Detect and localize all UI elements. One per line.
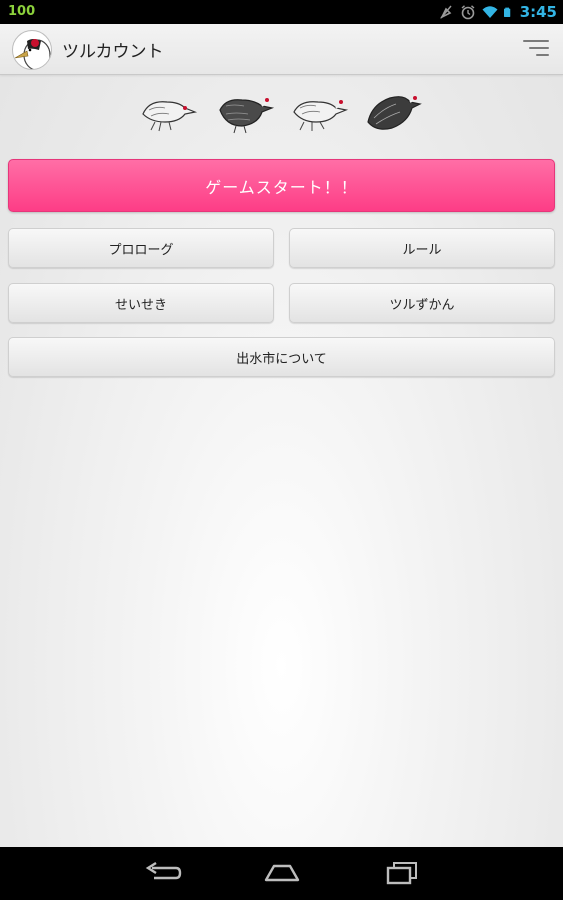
rules-button[interactable]: ルール <box>289 228 555 268</box>
action-bar: ツルカウント <box>0 24 563 75</box>
wifi-icon <box>482 6 498 18</box>
navigation-bar <box>0 847 563 900</box>
crane-illustrations <box>0 92 563 142</box>
game-start-button[interactable]: ゲームスタート！！ <box>8 159 555 212</box>
records-button[interactable]: せいせき <box>8 283 274 323</box>
alarm-icon <box>461 5 475 20</box>
crane-dark-icon <box>219 98 275 134</box>
crane-white-icon <box>142 101 198 132</box>
notification-muted-icon <box>439 5 452 19</box>
home-icon[interactable] <box>262 860 302 886</box>
app-title: ツルカウント <box>62 42 164 62</box>
overflow-menu-icon[interactable] <box>519 38 549 60</box>
clock: 3:45 <box>519 3 557 21</box>
crane-dark-icon <box>367 96 422 130</box>
crane-encyclopedia-button[interactable]: ツルずかん <box>289 283 555 323</box>
about-city-button[interactable]: 出水市について <box>8 337 555 377</box>
prologue-button[interactable]: プロローグ <box>8 228 274 268</box>
crane-white-icon <box>293 100 349 131</box>
recent-apps-icon[interactable] <box>382 860 422 886</box>
crane-head-icon <box>14 39 51 69</box>
app-content: ツルカウント ゲームスタート！！ プロローグ ルール せいせき ツルずかん 出水… <box>0 24 563 847</box>
status-bar: 100 3:45 <box>0 0 563 24</box>
status-icons: 3:45 <box>438 2 557 22</box>
battery-percentage: 100 <box>8 4 36 19</box>
app-logo <box>12 30 52 70</box>
back-icon[interactable] <box>142 860 182 886</box>
battery-icon <box>503 7 510 17</box>
